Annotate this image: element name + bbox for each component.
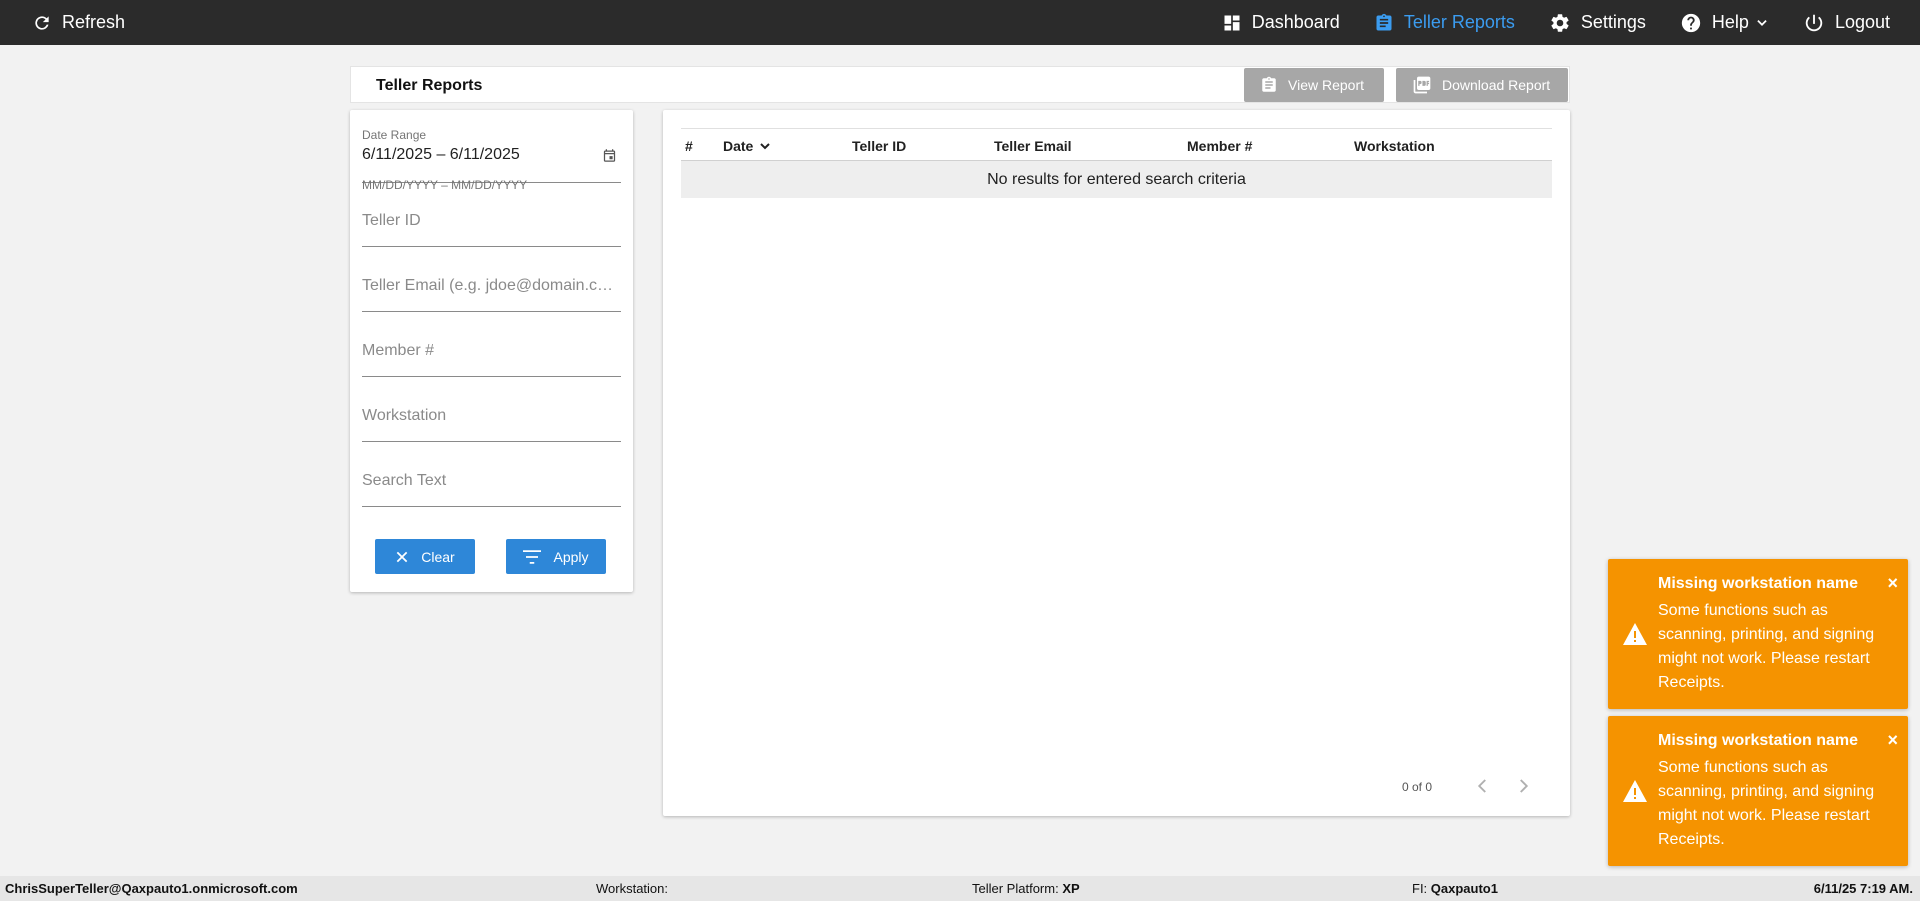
date-range-value: 6/11/2025 – 6/11/2025 bbox=[362, 146, 520, 163]
page-title: Teller Reports bbox=[376, 77, 483, 94]
nav-help[interactable]: Help bbox=[1680, 12, 1769, 34]
refresh-button[interactable]: Refresh bbox=[32, 0, 125, 45]
clear-button[interactable]: Clear bbox=[375, 539, 475, 574]
column-member-number[interactable]: Member # bbox=[1187, 138, 1252, 154]
column-number-label: # bbox=[685, 138, 693, 154]
date-range-label: Date Range bbox=[362, 128, 427, 142]
download-report-label: Download Report bbox=[1442, 77, 1551, 93]
column-teller-id-label: Teller ID bbox=[852, 138, 907, 154]
help-circle-icon bbox=[1681, 13, 1701, 32]
pagination-count: 0 of 0 bbox=[1402, 780, 1433, 794]
status-platform-label: Teller Platform: bbox=[972, 881, 1059, 896]
apply-button[interactable]: Apply bbox=[506, 539, 606, 574]
nav-settings[interactable]: Settings bbox=[1549, 12, 1646, 34]
top-nav-bar: Refresh Dashboard Teller Reports Setting… bbox=[0, 0, 1920, 45]
column-member-number-label: Member # bbox=[1187, 138, 1253, 154]
warning-toast: Missing workstation name Some functions … bbox=[1608, 716, 1908, 866]
column-workstation[interactable]: Workstation bbox=[1354, 138, 1435, 154]
pdf-icon bbox=[1413, 76, 1431, 94]
apply-label: Apply bbox=[553, 548, 589, 565]
member-number-field[interactable]: Member # bbox=[362, 342, 621, 377]
teller-email-field[interactable]: Teller Email (e.g. jdoe@domain.com) bbox=[362, 277, 621, 312]
main-nav: Dashboard Teller Reports Settings Help L… bbox=[1222, 0, 1920, 45]
previous-page-icon[interactable] bbox=[1474, 777, 1492, 795]
results-panel: # Date Teller ID Teller Email Member # W… bbox=[663, 110, 1570, 816]
teller-email-placeholder: Teller Email (e.g. jdoe@domain.com) bbox=[362, 277, 621, 294]
clipboard-icon bbox=[1376, 13, 1392, 31]
date-range-hint: MM/DD/YYYY – MM/DD/YYYY bbox=[362, 178, 528, 192]
column-teller-email[interactable]: Teller Email bbox=[994, 138, 1072, 154]
column-number[interactable]: # bbox=[685, 138, 693, 154]
status-fi-value: Qaxpauto1 bbox=[1430, 881, 1498, 896]
status-workstation: Workstation: bbox=[596, 881, 668, 896]
warning-toast: Missing workstation name Some functions … bbox=[1608, 559, 1908, 709]
empty-results-row: No results for entered search criteria bbox=[681, 161, 1552, 198]
nav-dashboard-label: Dashboard bbox=[1251, 12, 1340, 32]
table-header: # Date Teller ID Teller Email Member # W… bbox=[681, 128, 1552, 161]
search-text-placeholder: Search Text bbox=[362, 472, 447, 489]
chevron-down-icon bbox=[1757, 19, 1767, 26]
column-teller-id[interactable]: Teller ID bbox=[852, 138, 906, 154]
warning-icon bbox=[1623, 623, 1647, 645]
download-report-button[interactable]: Download Report bbox=[1396, 68, 1568, 102]
status-bar: ChrisSuperTeller@Qaxpauto1.onmicrosoft.c… bbox=[0, 876, 1920, 901]
close-icon[interactable]: × bbox=[1887, 573, 1898, 594]
clipboard-icon bbox=[1262, 76, 1276, 92]
sort-descending-icon bbox=[760, 143, 771, 150]
member-number-placeholder: Member # bbox=[362, 342, 435, 359]
close-icon[interactable]: × bbox=[1887, 730, 1898, 751]
status-platform-value: XP bbox=[1062, 881, 1080, 896]
status-workstation-label: Workstation: bbox=[596, 881, 669, 896]
search-text-field[interactable]: Search Text bbox=[362, 472, 621, 507]
nav-settings-label: Settings bbox=[1580, 12, 1646, 32]
toast-title: Missing workstation name bbox=[1658, 732, 1859, 749]
calendar-icon[interactable] bbox=[602, 148, 617, 163]
next-page-icon[interactable] bbox=[1514, 777, 1532, 795]
filter-panel: Date Range 6/11/2025 – 6/11/2025 MM/DD/Y… bbox=[350, 110, 633, 592]
status-fi-label: FI: bbox=[1412, 881, 1428, 896]
warning-icon bbox=[1623, 780, 1647, 802]
workstation-placeholder: Workstation bbox=[362, 407, 447, 424]
dashboard-icon bbox=[1224, 15, 1240, 30]
toast-message: Some functions such as scanning, printin… bbox=[1658, 602, 1875, 691]
view-report-label: View Report bbox=[1288, 77, 1365, 93]
view-report-button[interactable]: View Report bbox=[1244, 68, 1384, 102]
toast-message: Some functions such as scanning, printin… bbox=[1658, 759, 1875, 848]
workstation-field[interactable]: Workstation bbox=[362, 407, 621, 442]
power-icon bbox=[1805, 14, 1823, 31]
close-icon bbox=[396, 551, 408, 562]
gear-icon bbox=[1551, 13, 1569, 32]
nav-teller-reports-label: Teller Reports bbox=[1403, 12, 1515, 32]
column-date-label: Date bbox=[723, 138, 754, 154]
column-workstation-label: Workstation bbox=[1354, 138, 1435, 154]
status-fi: FI: Qaxpauto1 bbox=[1412, 881, 1498, 896]
teller-id-placeholder: Teller ID bbox=[362, 212, 421, 229]
nav-help-label: Help bbox=[1711, 12, 1749, 32]
nav-dashboard[interactable]: Dashboard bbox=[1222, 12, 1340, 33]
nav-logout-label: Logout bbox=[1834, 12, 1890, 32]
empty-results-message: No results for entered search criteria bbox=[987, 170, 1246, 188]
page-header: Teller Reports View Report Download Repo… bbox=[350, 66, 1570, 103]
column-date[interactable]: Date bbox=[723, 138, 771, 154]
nav-teller-reports[interactable]: Teller Reports bbox=[1374, 12, 1515, 34]
status-datetime: 6/11/25 7:19 AM. bbox=[1813, 881, 1913, 896]
nav-logout[interactable]: Logout bbox=[1803, 12, 1890, 34]
teller-id-field[interactable]: Teller ID bbox=[362, 212, 621, 247]
clear-label: Clear bbox=[421, 548, 455, 565]
refresh-icon bbox=[35, 15, 49, 30]
toast-title: Missing workstation name bbox=[1658, 575, 1859, 592]
status-user: ChrisSuperTeller@Qaxpauto1.onmicrosoft.c… bbox=[5, 881, 298, 896]
status-platform: Teller Platform: XP bbox=[972, 881, 1080, 896]
column-teller-email-label: Teller Email bbox=[994, 138, 1072, 154]
filter-icon bbox=[523, 549, 542, 564]
refresh-label: Refresh bbox=[62, 12, 126, 32]
